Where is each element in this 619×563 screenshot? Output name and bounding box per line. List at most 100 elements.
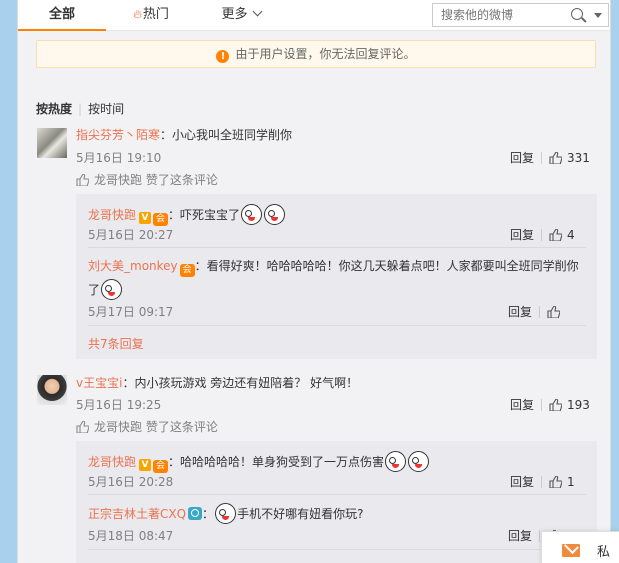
like-count: 1	[567, 475, 575, 489]
reply-actions: 回复 1	[510, 473, 575, 490]
emoji-icon	[408, 451, 430, 472]
reply-content: 正宗吉林土著CXQ ： 手机不好哪有妞看你玩?	[88, 503, 363, 524]
reply-content-continued: 了	[88, 279, 123, 300]
tab-more[interactable]: 更多	[218, 0, 264, 31]
sort-by-hot[interactable]: 按热度	[36, 102, 72, 116]
liked-by-user[interactable]: 龙哥快跑	[94, 173, 142, 187]
comment-content: 指尖芬芳丶陌寒：小心我叫全班同学削你	[76, 126, 292, 143]
reply-divider	[88, 549, 586, 550]
action-divider	[539, 530, 541, 542]
comment-text: ：小心我叫全班同学削你	[160, 128, 293, 142]
reply-username[interactable]: 龙哥快跑	[88, 208, 136, 222]
reply-time: 5月16日 20:28	[88, 475, 174, 489]
action-divider	[541, 399, 543, 411]
thumbs-up-icon	[76, 174, 89, 186]
comment-actions: 回复 331	[510, 149, 590, 166]
reply-colon: ：	[202, 507, 215, 521]
reply-divider	[88, 325, 586, 326]
liked-by-text: 赞了这条评论	[145, 173, 218, 187]
reply-text: 手机不好哪有妞看你玩?	[237, 507, 364, 521]
liked-by-line: 龙哥快跑 赞了这条评论	[76, 418, 218, 435]
reply-text: ：吓死宝宝了	[168, 208, 241, 222]
member-badge-icon: 会	[179, 264, 195, 277]
reply-actions: 回复	[508, 303, 565, 320]
reply-time: 5月17日 09:17	[88, 305, 174, 319]
verified-badge-icon: V	[139, 459, 152, 471]
emoji-icon	[241, 204, 263, 225]
reply-button[interactable]: 回复	[510, 228, 534, 242]
comment-username[interactable]: v王宝宝i	[76, 376, 122, 390]
tab-hot[interactable]: 🔥︎热门	[128, 0, 174, 31]
reply-username[interactable]: 龙哥快跑	[88, 455, 136, 469]
like-count: 193	[567, 398, 590, 412]
camera-badge-icon	[188, 507, 203, 520]
reply-time: 5月16日 20:27	[88, 228, 174, 242]
search-box	[432, 3, 609, 27]
reply-text: ：看得好爽！哈哈哈哈哈！你这几天躲着点吧！人家都要叫全班同学削你	[194, 259, 579, 273]
envelope-icon	[562, 544, 580, 557]
liked-by-line: 龙哥快跑 赞了这条评论	[76, 171, 218, 188]
comments-panel: 全部 🔥︎热门 更多 !由于用户设置，你无法回复评论。 按热度 | 按时间 指尖芬芳…	[17, 0, 611, 563]
reply-button[interactable]: 回复	[510, 398, 534, 412]
reply-divider	[88, 247, 586, 248]
thumbs-up-icon[interactable]	[549, 476, 563, 488]
action-divider	[541, 229, 543, 241]
reply-actions: 回复 4	[510, 226, 575, 243]
reply-content: 龙哥快跑 V 会：哈哈哈哈哈！单身狗受到了一万点伤害	[88, 451, 430, 473]
reply-button[interactable]: 回复	[508, 305, 532, 319]
like-count: 331	[567, 151, 590, 165]
reply-time: 5月18日 08:47	[88, 529, 174, 543]
reply-button[interactable]: 回复	[510, 151, 534, 165]
comment-time: 5月16日 19:10	[76, 151, 162, 165]
emoji-icon	[385, 451, 407, 472]
action-divider	[539, 306, 541, 318]
reply-text: ：哈哈哈哈哈！单身狗受到了一万点伤害	[168, 455, 385, 469]
thumbs-up-icon[interactable]	[547, 306, 561, 318]
comment-username[interactable]: 指尖芬芳丶陌寒	[76, 128, 160, 142]
liked-by-text: 赞了这条评论	[145, 420, 218, 434]
thumbs-up-icon[interactable]	[549, 229, 563, 241]
emoji-icon	[101, 279, 123, 300]
reply-text: 了	[88, 283, 101, 297]
chevron-down-icon	[252, 6, 262, 17]
avatar[interactable]	[37, 128, 67, 158]
sort-divider: |	[78, 102, 83, 116]
private-message-button[interactable]: 私信	[541, 531, 619, 563]
member-badge-icon: 会	[153, 460, 169, 473]
like-count: 4	[567, 228, 575, 242]
avatar[interactable]	[37, 375, 67, 405]
warning-icon: !	[216, 50, 230, 63]
private-message-label: 私信	[597, 545, 611, 560]
comment-text: ：内小孩玩游戏 旁边还有妞陪着？ 好气啊！	[122, 376, 359, 390]
reply-button[interactable]: 回复	[508, 529, 532, 543]
tab-bar: 全部 🔥︎热门 更多	[18, 0, 610, 31]
sort-by-time[interactable]: 按时间	[88, 102, 124, 116]
reply-divider	[88, 494, 586, 495]
reply-content: 刘大美_monkey 会：看得好爽！哈哈哈哈哈！你这几天躲着点吧！人家都要叫全班同…	[88, 257, 579, 277]
liked-by-user[interactable]: 龙哥快跑	[94, 420, 142, 434]
thumbs-up-icon	[76, 421, 89, 433]
search-icon[interactable]	[571, 8, 583, 20]
action-divider	[541, 476, 543, 488]
thumbs-up-icon[interactable]	[549, 152, 563, 164]
action-divider	[541, 152, 543, 164]
comment-actions: 回复 193	[510, 396, 590, 413]
flame-icon: 🔥︎	[133, 7, 142, 21]
verified-badge-icon: V	[139, 212, 152, 224]
tab-all[interactable]: 全部	[18, 0, 106, 31]
reply-button[interactable]: 回复	[510, 475, 534, 489]
search-input[interactable]	[441, 7, 561, 23]
sort-options: 按热度 | 按时间	[36, 100, 124, 117]
thumbs-up-icon[interactable]	[549, 399, 563, 411]
caret-down-icon[interactable]	[594, 13, 602, 18]
emoji-icon	[215, 503, 237, 524]
more-replies-link[interactable]: 共7条回复	[88, 335, 144, 352]
reply-disabled-notice: ! 由于用户设置，你无法回复评论。	[36, 40, 596, 68]
comment-content: v王宝宝i：内小孩玩游戏 旁边还有妞陪着？ 好气啊！	[76, 374, 358, 391]
emoji-icon	[264, 204, 286, 225]
reply-content: 龙哥快跑 V 会：吓死宝宝了	[88, 204, 286, 226]
reply-username[interactable]: 正宗吉林土著CXQ	[88, 507, 186, 521]
reply-username[interactable]: 刘大美_monkey	[88, 259, 178, 273]
member-badge-icon: 会	[153, 213, 169, 226]
comment-time: 5月16日 19:25	[76, 398, 162, 412]
